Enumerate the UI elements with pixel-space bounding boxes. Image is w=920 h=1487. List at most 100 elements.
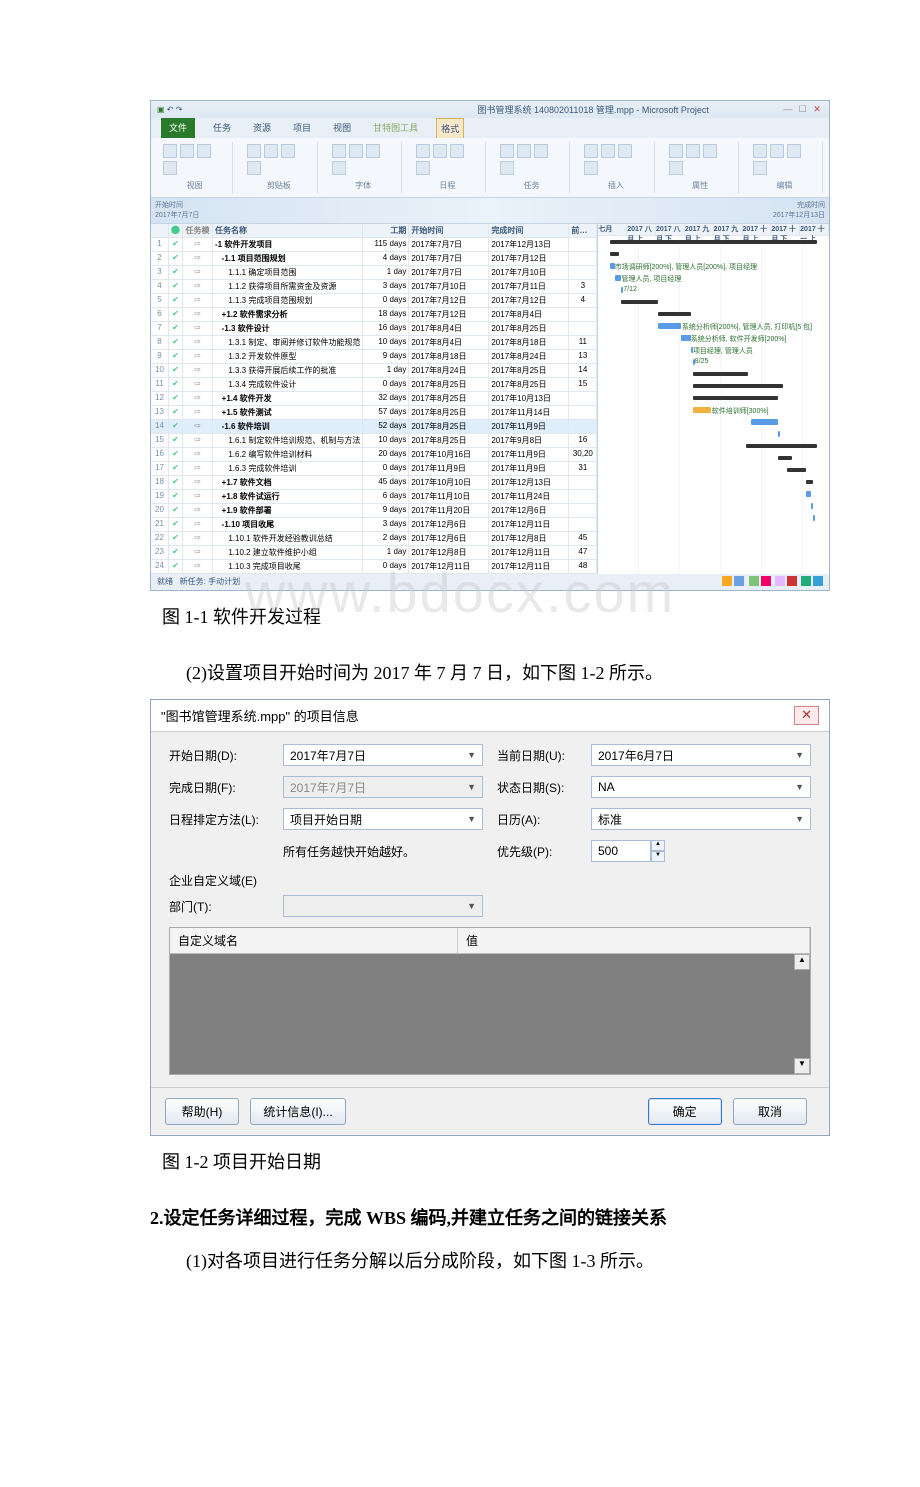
task-name-cell[interactable]: 1.3.4 完成软件设计 — [213, 378, 363, 391]
help-button[interactable]: 帮助(H) — [165, 1098, 239, 1125]
task-row[interactable]: 14✔⇨ -1.6 软件培训52 days2017年8月25日2017年11月9… — [151, 420, 597, 434]
priority-spinner[interactable]: 500 ▲▼ — [591, 840, 811, 862]
gantt-bar[interactable]: 系统分析师, 软件开发师[200%] — [681, 335, 690, 341]
task-row[interactable]: 11✔⇨ 1.3.4 完成软件设计0 days2017年8月25日2017年8月… — [151, 378, 597, 392]
status-date-combo[interactable]: NA▼ — [591, 776, 811, 798]
gantt-bar[interactable] — [787, 468, 805, 472]
close-button[interactable]: ✕ — [811, 104, 823, 115]
task-row[interactable]: 4✔⇨ 1.1.2 获得项目所需资金及资源3 days2017年7月10日201… — [151, 280, 597, 294]
start-date-combo[interactable]: 2017年7月7日▼ — [283, 744, 483, 766]
cancel-button[interactable]: 取消 — [733, 1098, 807, 1125]
tab-resource[interactable]: 资源 — [249, 118, 275, 138]
task-name-cell[interactable]: 1.3.2 开发软件原型 — [213, 350, 363, 363]
ok-button[interactable]: 确定 — [648, 1098, 722, 1125]
ribbon-button-icon[interactable] — [686, 144, 700, 158]
task-name-cell[interactable]: +1.9 软件部署 — [213, 504, 363, 517]
statistics-button[interactable]: 统计信息(I)... — [250, 1098, 345, 1125]
task-name-cell[interactable]: 1.6.2 编写软件培训材料 — [213, 448, 363, 461]
gantt-bar[interactable] — [778, 431, 780, 437]
ribbon-button-icon[interactable] — [163, 144, 177, 158]
ribbon-button-icon[interactable] — [703, 144, 717, 158]
task-row[interactable]: 7✔⇨ -1.3 软件设计16 days2017年8月4日2017年8月25日 — [151, 322, 597, 336]
gantt-bar[interactable] — [811, 503, 813, 509]
task-name-cell[interactable]: 1.6.1 制定软件培训规范、机制与方法 — [213, 434, 363, 447]
task-name-cell[interactable]: 1.3.1 制定、审阅并修订软件功能规范 — [213, 336, 363, 349]
gantt-bar[interactable] — [746, 444, 817, 448]
task-row[interactable]: 15✔⇨ 1.6.1 制定软件培训规范、机制与方法10 days2017年8月2… — [151, 434, 597, 448]
task-name-cell[interactable]: 1.3.3 获得开展后续工作的批准 — [213, 364, 363, 377]
task-name-cell[interactable]: 1.10.2 建立软件维护小组 — [213, 546, 363, 559]
task-name-cell[interactable]: 1.1.1 确定项目范围 — [213, 266, 363, 279]
task-name-cell[interactable]: -1.6 软件培训 — [213, 420, 363, 433]
task-row[interactable]: 3✔⇨ 1.1.1 确定项目范围1 day2017年7月7日2017年7月10日 — [151, 266, 597, 280]
task-row[interactable]: 17✔⇨ 1.6.3 完成软件培训0 days2017年11月9日2017年11… — [151, 462, 597, 476]
task-name-cell[interactable]: +1.7 软件文档 — [213, 476, 363, 489]
ribbon-button-icon[interactable] — [618, 144, 632, 158]
ribbon-button-icon[interactable] — [787, 144, 801, 158]
task-row[interactable]: 20✔⇨ +1.9 软件部署9 days2017年11月20日2017年12月6… — [151, 504, 597, 518]
task-row[interactable]: 13✔⇨ +1.5 软件测试57 days2017年8月25日2017年11月1… — [151, 406, 597, 420]
ribbon-button-icon[interactable] — [500, 144, 514, 158]
spin-down-icon[interactable]: ▼ — [651, 851, 665, 862]
gantt-bar[interactable] — [806, 480, 813, 484]
gantt-bar[interactable]: 7/12 — [621, 287, 623, 293]
custom-fields-body[interactable]: ▲ ▼ — [170, 954, 810, 1074]
scroll-up-icon[interactable]: ▲ — [794, 954, 810, 970]
task-row[interactable]: 19✔⇨ +1.8 软件试运行6 days2017年11月10日2017年11月… — [151, 490, 597, 504]
task-name-cell[interactable]: 1.1.2 获得项目所需资金及资源 — [213, 280, 363, 293]
task-name-cell[interactable]: +1.2 软件需求分析 — [213, 308, 363, 321]
gantt-bar[interactable]: 系统分析师[200%], 管理人员, 打印机[5 包] — [658, 323, 681, 329]
ribbon-button-icon[interactable] — [753, 161, 767, 175]
ribbon-button-icon[interactable] — [753, 144, 767, 158]
gantt-chart[interactable]: 七月2017 八月 上2017 八月 下2017 九月 上2017 九月 下20… — [598, 224, 829, 574]
qat-redo-icon[interactable]: ↷ — [176, 105, 183, 114]
ribbon-button-icon[interactable] — [433, 144, 447, 158]
task-name-cell[interactable]: -1 软件开发项目 — [213, 238, 363, 251]
ribbon-button-icon[interactable] — [584, 144, 598, 158]
task-row[interactable]: 10✔⇨ 1.3.3 获得开展后续工作的批准1 day2017年8月24日201… — [151, 364, 597, 378]
tab-task[interactable]: 任务 — [209, 118, 235, 138]
ribbon-button-icon[interactable] — [770, 144, 784, 158]
gantt-bar[interactable]: 软件培训师[300%] — [693, 407, 711, 413]
gantt-bar[interactable] — [778, 456, 792, 460]
ribbon-button-icon[interactable] — [281, 144, 295, 158]
task-row[interactable]: 5✔⇨ 1.1.3 完成项目范围规划0 days2017年7月12日2017年7… — [151, 294, 597, 308]
calendar-combo[interactable]: 标准▼ — [591, 808, 811, 830]
gantt-bar[interactable]: 项目经理, 管理人员 — [691, 347, 693, 353]
gantt-bar[interactable]: 市场调研师[200%], 管理人员[200%], 项目经理 — [610, 263, 615, 269]
task-name-cell[interactable]: -1.10 项目收尾 — [213, 518, 363, 531]
ribbon-button-icon[interactable] — [601, 144, 615, 158]
ribbon-button-icon[interactable] — [517, 144, 531, 158]
task-row[interactable]: 24✔⇨ 1.10.3 完成项目收尾0 days2017年12月11日2017年… — [151, 560, 597, 574]
spin-up-icon[interactable]: ▲ — [651, 840, 665, 851]
current-date-combo[interactable]: 2017年6月7日▼ — [591, 744, 811, 766]
task-row[interactable]: 2✔⇨ -1.1 项目范围规划4 days2017年7月7日2017年7月12日 — [151, 252, 597, 266]
ribbon-button-icon[interactable] — [366, 144, 380, 158]
task-row[interactable]: 8✔⇨ 1.3.1 制定、审阅并修订软件功能规范10 days2017年8月4日… — [151, 336, 597, 350]
tab-format[interactable]: 格式 — [436, 118, 464, 138]
task-name-cell[interactable]: 1.10.1 软件开发经验教训总结 — [213, 532, 363, 545]
gantt-bar[interactable] — [813, 515, 815, 521]
ribbon-button-icon[interactable] — [534, 144, 548, 158]
task-name-cell[interactable]: +1.4 软件开发 — [213, 392, 363, 405]
ribbon-button-icon[interactable] — [247, 144, 261, 158]
ribbon-button-icon[interactable] — [584, 161, 598, 175]
quick-access-icon[interactable]: ▣ — [157, 105, 165, 114]
scroll-down-icon[interactable]: ▼ — [794, 1058, 810, 1074]
task-name-cell[interactable]: 1.10.3 完成项目收尾 — [213, 560, 363, 573]
task-grid[interactable]: ⬤ 任务模 任务名称 工期 开始时间 完成时间 前置任务 1✔⇨-1 软件开发项… — [151, 224, 598, 574]
task-row[interactable]: 1✔⇨-1 软件开发项目115 days2017年7月7日2017年12月13日 — [151, 238, 597, 252]
ribbon-button-icon[interactable] — [669, 144, 683, 158]
task-row[interactable]: 12✔⇨ +1.4 软件开发32 days2017年8月25日2017年10月1… — [151, 392, 597, 406]
ribbon-button-icon[interactable] — [669, 161, 683, 175]
ribbon-button-icon[interactable] — [416, 161, 430, 175]
gantt-bar[interactable] — [610, 240, 818, 244]
schedule-from-combo[interactable]: 项目开始日期▼ — [283, 808, 483, 830]
gantt-bar[interactable] — [693, 372, 748, 376]
gantt-bar[interactable] — [610, 252, 619, 256]
task-row[interactable]: 21✔⇨ -1.10 项目收尾3 days2017年12月6日2017年12月1… — [151, 518, 597, 532]
task-row[interactable]: 9✔⇨ 1.3.2 开发软件原型9 days2017年8月18日2017年8月2… — [151, 350, 597, 364]
status-view-icons[interactable] — [720, 576, 823, 588]
gantt-bar[interactable] — [621, 300, 658, 304]
tab-file[interactable]: 文件 — [161, 118, 195, 138]
